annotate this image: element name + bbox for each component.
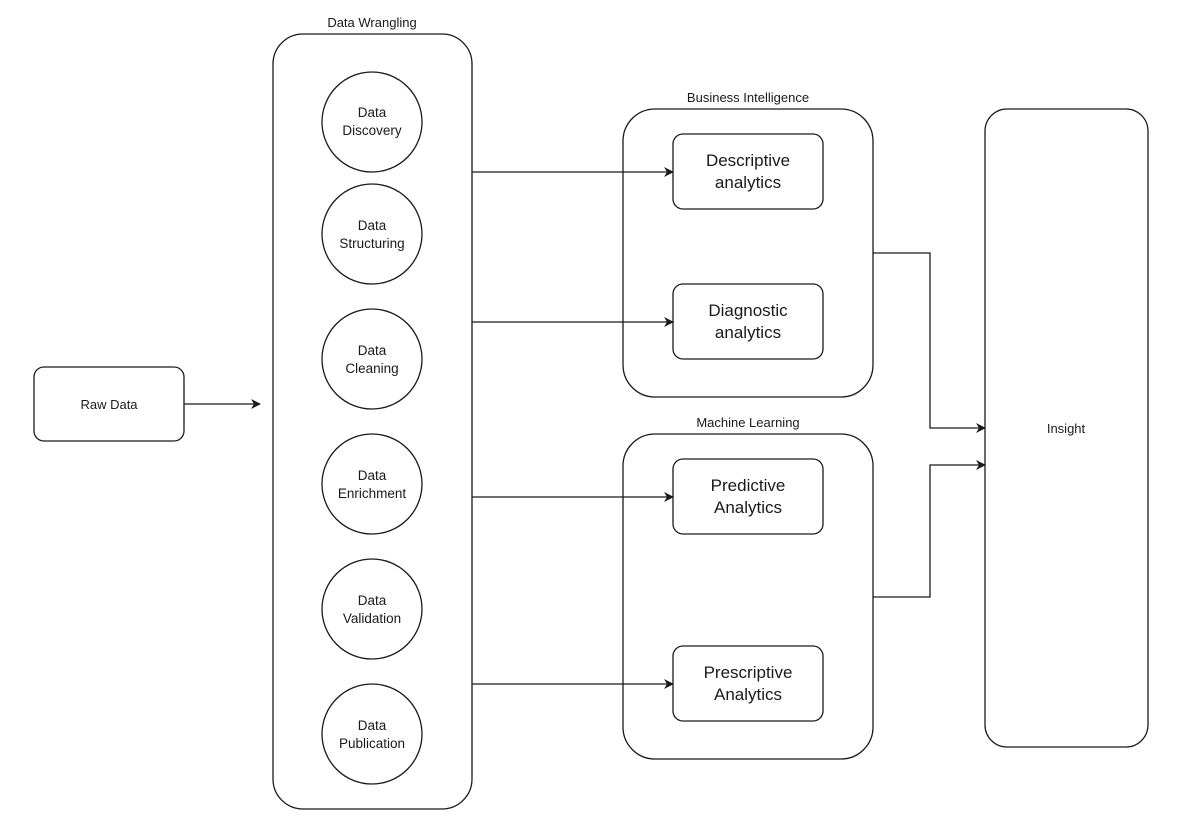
step-data-cleaning[interactable]: Data Cleaning bbox=[321, 308, 423, 410]
step-circle[interactable] bbox=[321, 683, 423, 785]
step-label-line1: Data bbox=[358, 718, 387, 733]
analytics-label-line2: analytics bbox=[715, 323, 781, 342]
item-prescriptive-analytics[interactable]: Prescriptive Analytics bbox=[672, 645, 824, 722]
step-label-line2: Validation bbox=[343, 611, 401, 626]
analytics-label-line1: Diagnostic bbox=[708, 301, 788, 320]
step-data-discovery[interactable]: Data Discovery bbox=[321, 71, 423, 173]
arrow-ml-to-insight bbox=[873, 460, 986, 598]
insight-label: Insight bbox=[1047, 421, 1086, 436]
step-circle[interactable] bbox=[321, 433, 423, 535]
step-circle[interactable] bbox=[321, 183, 423, 285]
item-descriptive-analytics[interactable]: Descriptive analytics bbox=[672, 133, 824, 210]
step-data-publication[interactable]: Data Publication bbox=[321, 683, 423, 785]
arrow-bi-to-insight bbox=[873, 252, 986, 433]
raw-data-label: Raw Data bbox=[80, 397, 138, 412]
step-label-line2: Enrichment bbox=[338, 486, 407, 501]
analytics-label-line1: Descriptive bbox=[706, 151, 790, 170]
step-label-line1: Data bbox=[358, 468, 387, 483]
analytics-label-line2: Analytics bbox=[714, 685, 782, 704]
step-label-line2: Discovery bbox=[342, 123, 402, 138]
item-diagnostic-analytics[interactable]: Diagnostic analytics bbox=[672, 283, 824, 360]
analytics-label-line2: analytics bbox=[715, 173, 781, 192]
step-label-line1: Data bbox=[358, 343, 387, 358]
business-intelligence-title: Business Intelligence bbox=[687, 90, 809, 105]
step-data-enrichment[interactable]: Data Enrichment bbox=[321, 433, 423, 535]
analytics-label-line1: Predictive bbox=[711, 476, 786, 495]
pipeline-diagram: Raw Data Data Wrangling Data Discovery D… bbox=[33, 15, 1149, 810]
step-label-line2: Cleaning bbox=[345, 361, 398, 376]
analytics-label-line2: Analytics bbox=[714, 498, 782, 517]
analytics-box[interactable] bbox=[672, 133, 824, 210]
analytics-box[interactable] bbox=[672, 283, 824, 360]
step-data-validation[interactable]: Data Validation bbox=[321, 558, 423, 660]
machine-learning-title: Machine Learning bbox=[696, 415, 799, 430]
step-label-line2: Publication bbox=[339, 736, 405, 751]
group-business-intelligence[interactable]: Business Intelligence Descriptive analyt… bbox=[622, 90, 874, 398]
data-wrangling-title: Data Wrangling bbox=[327, 15, 416, 30]
analytics-box[interactable] bbox=[672, 645, 824, 722]
step-circle[interactable] bbox=[321, 558, 423, 660]
item-predictive-analytics[interactable]: Predictive Analytics bbox=[672, 458, 824, 535]
group-machine-learning[interactable]: Machine Learning Predictive Analytics Pr… bbox=[622, 415, 874, 760]
node-insight[interactable]: Insight bbox=[984, 108, 1149, 748]
analytics-box[interactable] bbox=[672, 458, 824, 535]
step-circle[interactable] bbox=[321, 308, 423, 410]
analytics-label-line1: Prescriptive bbox=[704, 663, 793, 682]
group-data-wrangling[interactable]: Data Wrangling Data Discovery Data Struc… bbox=[272, 15, 473, 810]
step-data-structuring[interactable]: Data Structuring bbox=[321, 183, 423, 285]
step-circle[interactable] bbox=[321, 71, 423, 173]
step-label-line1: Data bbox=[358, 218, 387, 233]
node-raw-data[interactable]: Raw Data bbox=[33, 366, 185, 442]
step-label-line1: Data bbox=[358, 105, 387, 120]
step-label-line1: Data bbox=[358, 593, 387, 608]
step-label-line2: Structuring bbox=[339, 236, 404, 251]
